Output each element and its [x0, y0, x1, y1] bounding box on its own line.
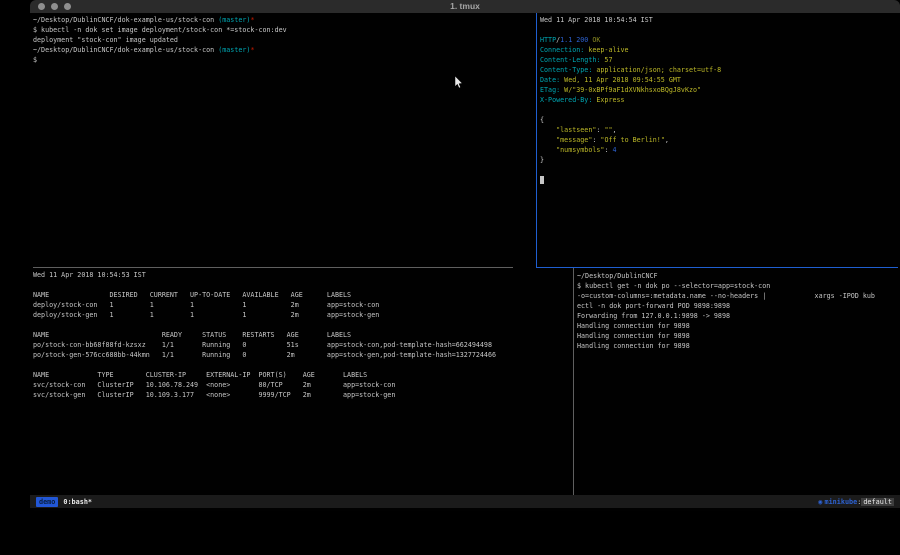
- terminal-line: ~/Desktop/DublinCNCF/dok-example-us/stoc…: [33, 45, 287, 55]
- terminal-line: Date: Wed, 11 Apr 2018 09:54:55 GMT: [540, 75, 721, 85]
- terminal-line: svc/stock-gen ClusterIP 10.109.3.177 <no…: [33, 390, 496, 400]
- terminal-line: $ kubectl -n dok set image deployment/st…: [33, 25, 287, 35]
- terminal-line: "numsymbols": 4: [540, 145, 721, 155]
- terminal-line: $: [33, 55, 287, 65]
- pane-border-horizontal-left[interactable]: [33, 267, 513, 268]
- pane-border-vertical-active[interactable]: [536, 13, 537, 267]
- terminal-line: deploy/stock-gen 1 1 1 1 2m app=stock-ge…: [33, 310, 496, 320]
- terminal-line: deployment "stock-con" image updated: [33, 35, 287, 45]
- pane-bottom-left-kubectl-watch[interactable]: Wed 11 Apr 2018 10:54:53 IST NAME DESIRE…: [33, 270, 496, 400]
- terminal-line: Forwarding from 127.0.0.1:9898 -> 9898: [577, 311, 875, 321]
- terminal-line: NAME READY STATUS RESTARTS AGE LABELS: [33, 330, 496, 340]
- terminal-line: po/stock-con-bb68f88fd-kzsxz 1/1 Running…: [33, 340, 496, 350]
- terminal-line: Wed 11 Apr 2018 10:54:53 IST: [33, 270, 496, 280]
- window-titlebar[interactable]: 1. tmux: [30, 0, 900, 13]
- terminal-window: 1. tmux ~/Desktop/DublinCNCF/dok-example…: [30, 0, 900, 511]
- active-window-label[interactable]: 0:bash*: [63, 498, 92, 506]
- terminal-line: }: [540, 155, 721, 165]
- terminal-line: deploy/stock-con 1 1 1 1 2m app=stock-co…: [33, 300, 496, 310]
- terminal-line: Content-Type: application/json; charset=…: [540, 65, 721, 75]
- terminal-line: HTTP/1.1 200 OK: [540, 35, 721, 45]
- terminal-line: po/stock-gen-576cc688bb-44kmn 1/1 Runnin…: [33, 350, 496, 360]
- pane-border-vertical-bottom[interactable]: [573, 268, 574, 495]
- terminal-line: svc/stock-con ClusterIP 10.106.78.249 <n…: [33, 380, 496, 390]
- terminal-line: ~/Desktop/DublinCNCF/dok-example-us/stoc…: [33, 15, 287, 25]
- terminal-line: Connection: keep-alive: [540, 45, 721, 55]
- terminal-line: ectl -n dok port-forward POD 9898:9898: [577, 301, 875, 311]
- terminal-line: NAME TYPE CLUSTER-IP EXTERNAL-IP PORT(S)…: [33, 370, 496, 380]
- session-name-badge[interactable]: demo: [36, 497, 58, 507]
- terminal-line: $ kubectl get -n dok po --selector=app=s…: [577, 281, 875, 291]
- terminal-line: X-Powered-By: Express: [540, 95, 721, 105]
- pane-top-left-shell[interactable]: ~/Desktop/DublinCNCF/dok-example-us/stoc…: [33, 15, 287, 65]
- pane-top-right-http-response[interactable]: Wed 11 Apr 2018 10:54:54 IST HTTP/1.1 20…: [540, 15, 721, 185]
- terminal-line: ~/Desktop/DublinCNCF: [577, 271, 875, 281]
- terminal-line: [33, 360, 496, 370]
- terminal-line: [33, 280, 496, 290]
- tmux-status-bar: demo 0:bash* ◉ minikube : default: [30, 495, 900, 508]
- terminal-line: [540, 175, 721, 185]
- terminal-line: Content-Length: 57: [540, 55, 721, 65]
- kube-context: minikube: [825, 498, 858, 506]
- pane-border-horizontal-active[interactable]: [536, 267, 898, 268]
- desktop: 1. tmux ~/Desktop/DublinCNCF/dok-example…: [0, 0, 900, 555]
- terminal-line: Handling connection for 9898: [577, 321, 875, 331]
- zoom-button[interactable]: [64, 3, 71, 10]
- kubernetes-icon: ◉: [818, 498, 822, 506]
- pane-bottom-right-port-forward[interactable]: ~/Desktop/DublinCNCF$ kubectl get -n dok…: [577, 271, 875, 351]
- terminal-line: -o=custom-columns=:metadata.name --no-he…: [577, 291, 875, 301]
- terminal-line: {: [540, 115, 721, 125]
- close-button[interactable]: [38, 3, 45, 10]
- window-title: 1. tmux: [30, 0, 900, 13]
- kube-namespace: default: [861, 498, 894, 506]
- terminal-line: "lastseen": "",: [540, 125, 721, 135]
- traffic-lights: [38, 0, 71, 13]
- terminal-line: [33, 320, 496, 330]
- terminal-line: [540, 165, 721, 175]
- terminal-line: ETag: W/"39-0xBPf9aF1dXVNkhsxoBQgJ8vKzo": [540, 85, 721, 95]
- minimize-button[interactable]: [51, 3, 58, 10]
- terminal-line: [540, 105, 721, 115]
- terminal-line: Handling connection for 9898: [577, 331, 875, 341]
- terminal-line: Handling connection for 9898: [577, 341, 875, 351]
- terminal-line: NAME DESIRED CURRENT UP-TO-DATE AVAILABL…: [33, 290, 496, 300]
- status-right: ◉ minikube : default: [818, 498, 894, 506]
- mouse-cursor-icon: [454, 74, 463, 93]
- terminal-line: [540, 25, 721, 35]
- terminal-line: Wed 11 Apr 2018 10:54:54 IST: [540, 15, 721, 25]
- terminal-line: "message": "Off to Berlin!",: [540, 135, 721, 145]
